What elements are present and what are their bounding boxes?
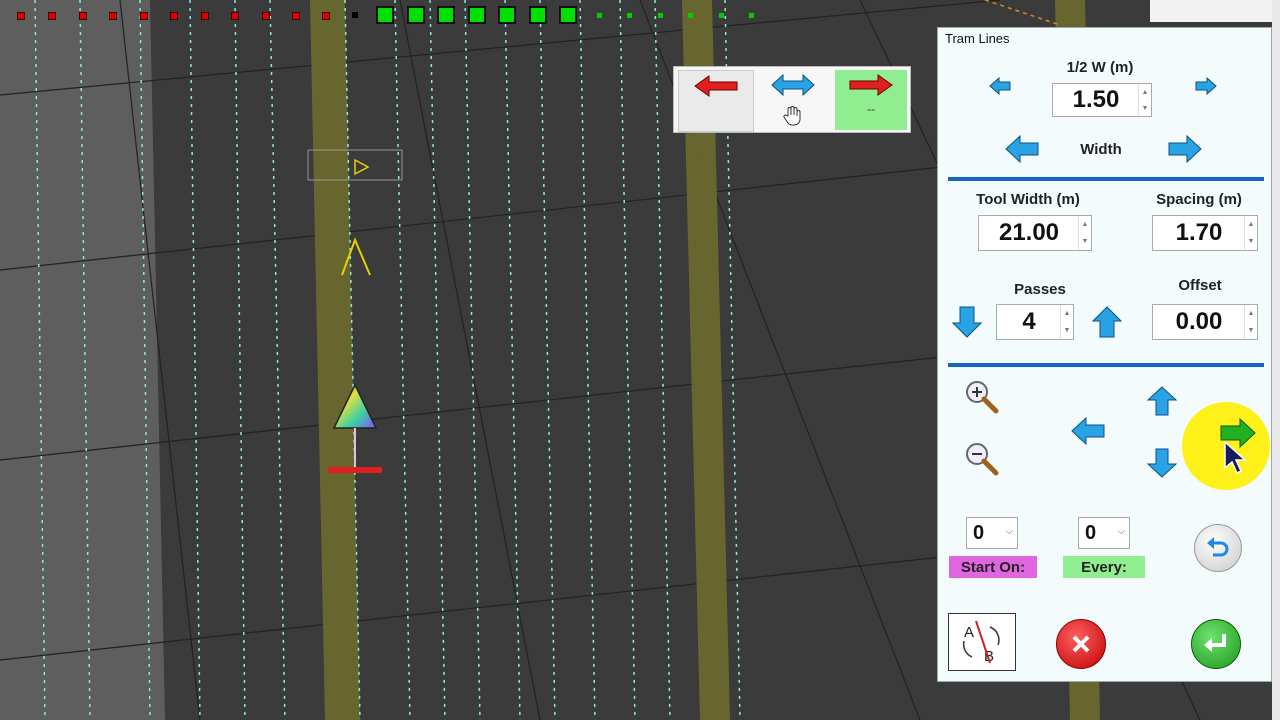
passes-label: Passes <box>1014 281 1066 298</box>
tram-on-marker <box>498 6 516 24</box>
enter-icon <box>1204 634 1226 652</box>
background-window-edge <box>1150 0 1280 22</box>
ab-label-a: A <box>964 624 974 641</box>
section-on-marker <box>688 13 693 18</box>
section-marker <box>352 12 358 18</box>
tram-on-marker <box>407 6 425 24</box>
offset-label: Offset <box>1178 277 1222 294</box>
section-on-marker <box>749 13 754 18</box>
chevron-down-icon: ⌵ <box>1005 526 1013 537</box>
zoom-in-button[interactable] <box>962 378 1002 416</box>
section-off-marker <box>292 12 300 20</box>
tool-width-label: Tool Width (m) <box>976 191 1080 208</box>
left-arrow-icon <box>1071 417 1105 445</box>
section-off-marker <box>170 12 178 20</box>
half-width-increase-button[interactable] <box>1194 76 1218 96</box>
nudge-value: -- <box>867 102 875 116</box>
tram-on-marker <box>468 6 486 24</box>
swap-ab-icon: A B <box>962 620 1000 665</box>
passes-increase-button[interactable] <box>1090 304 1124 340</box>
passes-decrease-button[interactable] <box>950 304 984 340</box>
section-off-marker <box>79 12 87 20</box>
start-on-select[interactable]: 0 ⌵ <box>966 517 1018 549</box>
tram-on-marker <box>437 6 455 24</box>
spin-arrows[interactable]: ▲ ▼ <box>1244 216 1257 250</box>
cancel-icon <box>1072 635 1090 653</box>
tram-lines-panel: Tram Lines 1/2 W (m) 1.50 ▲ ▼ Width Tool … <box>937 27 1272 682</box>
background-window-edge-right <box>1272 0 1280 720</box>
enter-button[interactable] <box>1191 619 1241 669</box>
spin-arrows[interactable]: ▲ ▼ <box>1244 305 1257 339</box>
undo-icon <box>1207 537 1229 557</box>
section-off-marker <box>140 12 148 20</box>
mouse-cursor-icon <box>1224 440 1247 475</box>
zoom-in-icon <box>966 381 999 414</box>
section-on-marker <box>719 13 724 18</box>
move-left-button[interactable] <box>1070 415 1106 447</box>
hand-icon <box>783 106 801 126</box>
right-arrow-icon <box>1195 77 1217 95</box>
spin-arrows[interactable]: ▲ ▼ <box>1138 84 1151 116</box>
every-label: Every: <box>1063 556 1145 578</box>
chevron-down-icon: ⌵ <box>1117 526 1125 537</box>
half-width-label: 1/2 W (m) <box>1066 59 1134 76</box>
spacing-label: Spacing (m) <box>1156 191 1242 208</box>
section-off-marker <box>262 12 270 20</box>
swap-icon <box>771 73 815 97</box>
width-label: Width <box>1080 141 1122 158</box>
right-arrow-icon <box>849 74 893 96</box>
right-arrow-icon <box>1168 135 1202 163</box>
spin-arrows[interactable]: ▲ ▼ <box>1060 305 1073 339</box>
down-arrow-icon <box>952 306 982 338</box>
start-on-label: Start On: <box>949 556 1037 578</box>
every-select[interactable]: 0 ⌵ <box>1078 517 1130 549</box>
nudge-control: -- <box>673 66 911 133</box>
up-arrow-icon <box>1146 386 1178 416</box>
cancel-button[interactable] <box>1056 619 1106 669</box>
left-arrow-icon <box>1005 135 1039 163</box>
section-off-marker <box>48 12 56 20</box>
tool-width-field[interactable]: 21.00 ▲ ▼ <box>978 215 1092 251</box>
left-arrow-icon <box>694 75 738 97</box>
tram-on-marker <box>559 6 577 24</box>
separator <box>948 177 1264 181</box>
zoom-out-icon <box>966 443 999 476</box>
width-decrease-button[interactable] <box>1004 134 1040 164</box>
offset-field[interactable]: 0.00 ▲ ▼ <box>1152 304 1258 340</box>
swap-ab-button[interactable]: A B <box>948 613 1016 671</box>
spin-arrows[interactable]: ▲ ▼ <box>1078 216 1091 250</box>
panel-title: Tram Lines <box>945 31 1010 46</box>
left-arrow-icon <box>989 77 1011 95</box>
half-width-field[interactable]: 1.50 ▲ ▼ <box>1052 83 1152 117</box>
nudge-right-button[interactable]: -- <box>835 70 907 130</box>
tram-on-marker <box>376 6 394 24</box>
tram-on-marker <box>529 6 547 24</box>
nudge-left-button[interactable] <box>678 70 754 132</box>
section-off-marker <box>201 12 209 20</box>
section-off-marker <box>322 12 330 20</box>
section-on-marker <box>627 13 632 18</box>
nudge-snap-button[interactable] <box>756 70 830 130</box>
section-off-marker <box>231 12 239 20</box>
move-down-button[interactable] <box>1144 446 1180 480</box>
up-arrow-icon <box>1092 306 1122 338</box>
separator <box>948 363 1264 367</box>
section-off-marker <box>109 12 117 20</box>
passes-field[interactable]: 4 ▲ ▼ <box>996 304 1074 340</box>
down-arrow-icon <box>1146 448 1178 478</box>
section-on-marker <box>658 13 663 18</box>
reset-button[interactable] <box>1194 524 1242 572</box>
half-width-decrease-button[interactable] <box>988 76 1012 96</box>
section-off-marker <box>17 12 25 20</box>
zoom-out-button[interactable] <box>962 440 1002 478</box>
move-up-button[interactable] <box>1144 384 1180 418</box>
width-increase-button[interactable] <box>1167 134 1203 164</box>
section-on-marker <box>597 13 602 18</box>
spacing-field[interactable]: 1.70 ▲ ▼ <box>1152 215 1258 251</box>
